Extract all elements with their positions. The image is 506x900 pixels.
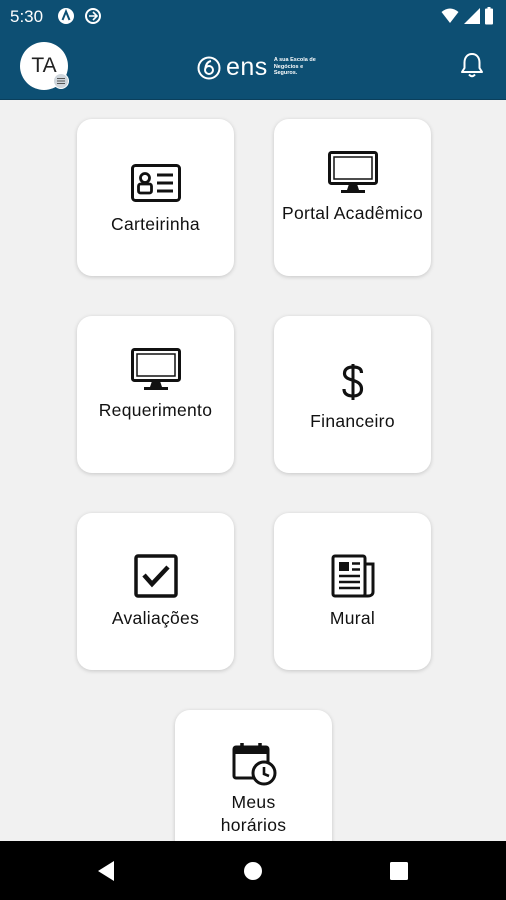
menu-card-meus-horarios[interactable]: Meus horários — [175, 710, 332, 841]
menu-grid: Carteirinha Portal Acadêmico Requeriment… — [0, 99, 506, 841]
logo-tagline: A sua Escola de Negócios e Seguros. — [273, 57, 316, 77]
menu-card-label: Meus horários — [220, 792, 287, 835]
menu-card-carteirinha[interactable]: Carteirinha — [77, 119, 234, 276]
dollar-icon — [341, 364, 363, 400]
sync-icon — [85, 8, 101, 24]
app-bar: TA ens A sua Escola de Negócios e Seguro… — [0, 33, 506, 100]
avatar-menu-icon[interactable] — [53, 73, 69, 89]
navigation-bar — [0, 841, 506, 900]
checkbox-icon — [133, 554, 178, 598]
menu-card-mural[interactable]: Mural — [274, 513, 431, 670]
menu-card-portal-academico[interactable]: Portal Acadêmico — [274, 119, 431, 276]
id-card-icon — [130, 164, 181, 202]
menu-card-requerimento[interactable]: Requerimento — [77, 316, 234, 473]
menu-card-avaliacoes[interactable]: Avaliações — [77, 513, 234, 670]
menu-card-label: Financeiro — [310, 411, 395, 431]
battery-icon — [485, 7, 493, 25]
newspaper-icon — [331, 554, 374, 598]
menu-card-financeiro[interactable]: Financeiro — [274, 316, 431, 473]
menu-card-label: Portal Acadêmico — [282, 203, 423, 223]
ens-logo-mark-icon — [197, 56, 221, 80]
notification-a-icon — [58, 8, 74, 24]
menu-card-label: Mural — [329, 608, 376, 628]
recents-icon[interactable] — [390, 862, 408, 880]
menu-card-label: Avaliações — [111, 608, 200, 628]
calendar-clock-icon — [232, 743, 276, 786]
menu-card-label: Requerimento — [98, 400, 213, 420]
bell-icon[interactable] — [459, 51, 485, 79]
menu-card-label: Carteirinha — [111, 214, 200, 234]
logo-wordmark: ens — [226, 52, 268, 81]
back-icon[interactable] — [96, 860, 116, 882]
status-bar: 5:30 — [0, 0, 506, 33]
home-icon[interactable] — [243, 861, 263, 881]
monitor-icon — [130, 348, 181, 390]
avatar-initials: TA — [31, 54, 57, 77]
cell-signal-icon — [464, 8, 480, 24]
monitor-icon — [327, 151, 378, 193]
ens-logo: ens A sua Escola de Negócios e Seguros. — [197, 52, 322, 82]
wifi-icon — [441, 8, 459, 23]
status-time: 5:30 — [10, 7, 44, 26]
